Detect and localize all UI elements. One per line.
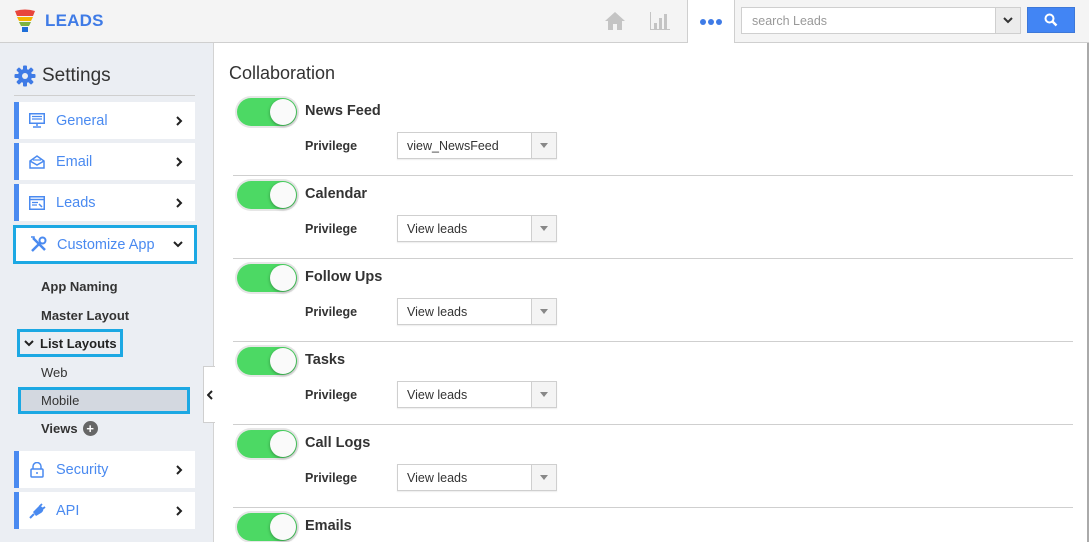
dropdown-arrow-icon (531, 382, 556, 407)
dropdown-arrow-icon (531, 299, 556, 324)
sidebar-item-general[interactable]: General (14, 102, 195, 139)
more-icon (700, 18, 722, 25)
divider (233, 341, 1073, 342)
divider (233, 175, 1073, 176)
window-icon (28, 194, 46, 212)
follow-ups-toggle[interactable] (237, 264, 297, 292)
top-bar: LEADS (0, 0, 1089, 43)
privilege-value: View leads (407, 304, 468, 319)
privilege-label: Privilege (305, 139, 358, 153)
search-icon (1044, 13, 1058, 27)
chart-icon (650, 12, 670, 30)
emails-toggle[interactable] (237, 513, 297, 541)
submenu-app-naming[interactable]: App Naming (41, 279, 118, 294)
divider (233, 424, 1073, 425)
chevron-right-icon (171, 156, 187, 167)
module-name: Calendar (305, 186, 368, 202)
home-icon (605, 12, 625, 30)
chevron-left-icon (206, 389, 213, 400)
home-button[interactable] (600, 0, 630, 42)
module-name: News Feed (305, 103, 381, 119)
settings-title: Settings (42, 65, 111, 86)
more-button[interactable] (687, 0, 735, 43)
sidebar: Settings General Email Leads Customize A… (0, 43, 214, 542)
module-name: Emails (305, 518, 352, 534)
submenu-list-layouts[interactable]: List Layouts (17, 329, 123, 357)
chevron-down-icon (170, 241, 186, 248)
gear-icon (14, 65, 36, 87)
sidebar-item-label: Leads (56, 194, 96, 211)
follow-ups-privilege-select[interactable]: View leads (397, 298, 557, 325)
chevron-down-icon (24, 339, 34, 346)
sidebar-item-leads[interactable]: Leads (14, 184, 195, 221)
submenu-views[interactable]: Views + (41, 421, 98, 436)
module-name: Follow Ups (305, 269, 383, 285)
submenu-label: Mobile (41, 393, 80, 408)
search-filter-dropdown[interactable] (995, 8, 1020, 33)
add-view-icon[interactable]: + (82, 421, 98, 436)
module-name: Tasks (305, 352, 346, 368)
sidebar-item-label: Customize App (57, 236, 155, 253)
lock-icon (28, 461, 46, 479)
submenu-master-layout[interactable]: Master Layout (41, 308, 129, 323)
app-name: LEADS (45, 11, 104, 30)
tasks-toggle[interactable] (237, 347, 297, 375)
chevron-right-icon (171, 464, 187, 475)
dropdown-arrow-icon (531, 216, 556, 241)
privilege-label: Privilege (305, 305, 358, 319)
monitor-icon (28, 112, 46, 130)
tools-icon (29, 236, 47, 254)
chevron-right-icon (171, 197, 187, 208)
brand[interactable]: LEADS (14, 9, 104, 33)
submenu-web[interactable]: Web (41, 365, 68, 380)
sidebar-item-label: Email (56, 153, 93, 170)
chevron-down-icon (1003, 17, 1013, 24)
privilege-value: view_NewsFeed (407, 138, 499, 153)
plug-icon (28, 502, 46, 520)
sidebar-item-api[interactable]: API (14, 492, 195, 529)
search-input[interactable] (742, 8, 995, 33)
call-logs-toggle[interactable] (237, 430, 297, 458)
calendar-privilege-select[interactable]: View leads (397, 215, 557, 242)
calendar-toggle[interactable] (237, 181, 297, 209)
divider (14, 95, 195, 96)
news-feed-privilege-select[interactable]: view_NewsFeed (397, 132, 557, 159)
collapse-sidebar-button[interactable] (203, 366, 215, 423)
submenu-label: List Layouts (40, 335, 117, 351)
dropdown-arrow-icon (531, 133, 556, 158)
page-title: Collaboration (229, 63, 336, 83)
reports-button[interactable] (645, 0, 675, 42)
sidebar-item-security[interactable]: Security (14, 451, 195, 488)
divider (233, 258, 1073, 259)
sidebar-item-email[interactable]: Email (14, 143, 195, 180)
divider (233, 507, 1073, 508)
main-content: Collaboration News Feed Privilege view_N… (215, 43, 1089, 542)
dropdown-arrow-icon (531, 465, 556, 490)
search-button[interactable] (1027, 7, 1075, 33)
funnel-logo-icon (15, 9, 35, 32)
sidebar-item-label: General (56, 112, 108, 129)
settings-heading: Settings (14, 65, 111, 87)
sidebar-item-customize-app[interactable]: Customize App (13, 225, 197, 264)
sidebar-item-label: Security (56, 461, 109, 478)
privilege-label: Privilege (305, 222, 358, 236)
chevron-right-icon (171, 115, 187, 126)
sidebar-item-label: API (56, 502, 80, 519)
submenu-label: Views (41, 421, 78, 436)
chevron-right-icon (171, 505, 187, 516)
privilege-value: View leads (407, 470, 468, 485)
module-name: Call Logs (305, 435, 371, 451)
privilege-label: Privilege (305, 388, 358, 402)
privilege-value: View leads (407, 221, 468, 236)
privilege-label: Privilege (305, 471, 358, 485)
tasks-privilege-select[interactable]: View leads (397, 381, 557, 408)
envelope-icon (28, 153, 46, 171)
submenu-mobile[interactable]: Mobile (18, 387, 190, 414)
privilege-value: View leads (407, 387, 468, 402)
call-logs-privilege-select[interactable]: View leads (397, 464, 557, 491)
news-feed-toggle[interactable] (237, 98, 297, 126)
search-box (741, 7, 1021, 34)
